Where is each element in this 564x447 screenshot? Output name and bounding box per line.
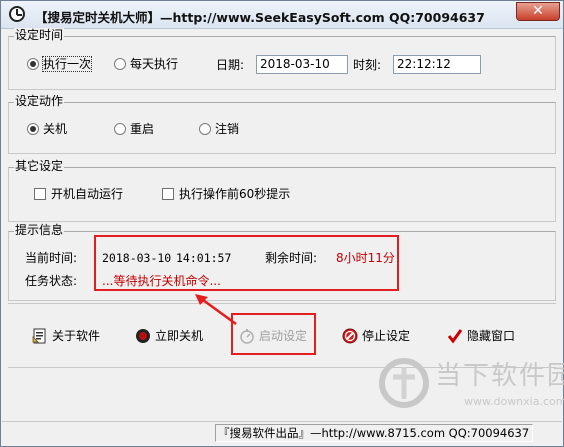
watermark-url: www.downxia.com — [464, 395, 564, 408]
time-field[interactable]: 22:12:12 — [393, 55, 481, 74]
title-bar[interactable]: 【搜易定时关机大师】—http://www.SeekEasySoft.com Q… — [1, 1, 563, 29]
app-window: 【搜易定时关机大师】—http://www.SeekEasySoft.com Q… — [0, 0, 564, 447]
window-title: 【搜易定时关机大师】—http://www.SeekEasySoft.com Q… — [35, 10, 485, 25]
shutdown-radio[interactable] — [27, 123, 39, 135]
watermark: 当下软件园 www.downxia.com — [379, 353, 564, 423]
other-settings-group: 其它设定 开机自动运行 执行操作前60秒提示 — [8, 159, 556, 222]
clock-icon — [9, 6, 25, 22]
once-label[interactable]: 执行一次 — [41, 56, 93, 72]
task-status-label: 任务状态: — [25, 274, 78, 288]
date-label: 日期: — [216, 58, 245, 72]
logoff-label[interactable]: 注销 — [215, 122, 239, 136]
info-highlight-box — [94, 235, 399, 291]
date-field[interactable]: 2018-03-10 — [256, 55, 348, 74]
action-group: 设定动作 关机 重启 注销 — [8, 94, 556, 154]
status-bar: 『搜易软件出品』—http://www.8715.com QQ:70094637 — [2, 421, 562, 446]
current-time-label: 当前时间: — [25, 251, 78, 265]
once-radio[interactable] — [27, 58, 39, 70]
watermark-brand: 当下软件园 — [435, 361, 564, 391]
stop-button[interactable]: 停止设定 — [342, 325, 416, 347]
checkmark-icon — [447, 329, 463, 344]
stop-label: 停止设定 — [362, 329, 411, 343]
separator-top — [8, 303, 556, 304]
stop-icon — [342, 328, 358, 344]
watermark-logo-icon — [379, 358, 429, 408]
autorun-label[interactable]: 开机自动运行 — [51, 187, 123, 201]
power-icon — [136, 329, 150, 343]
shutdown-label[interactable]: 关机 — [43, 122, 67, 136]
annotation-arrow-icon — [195, 294, 237, 326]
schedule-group: 设定时间 执行一次 每天执行 日期: 2018-03-10 时刻: 22:12:… — [8, 28, 556, 90]
time-label: 时刻: — [353, 58, 382, 72]
schedule-group-title: 设定时间 — [14, 28, 65, 42]
start-button[interactable]: 启动设定 — [239, 325, 313, 347]
close-button[interactable]: ✕ — [516, 2, 560, 21]
restart-label[interactable]: 重启 — [130, 122, 154, 136]
autorun-checkbox[interactable] — [34, 188, 46, 200]
hide-window-label: 隐藏窗口 — [467, 329, 516, 343]
about-button[interactable]: 关于软件 — [32, 325, 106, 347]
notify-label[interactable]: 执行操作前60秒提示 — [179, 187, 290, 201]
status-text: 『搜易软件出品』—http://www.8715.com QQ:70094637 — [215, 424, 533, 442]
info-doc-icon — [32, 328, 46, 344]
restart-radio[interactable] — [114, 123, 126, 135]
action-group-title: 设定动作 — [14, 94, 65, 108]
notify-checkbox[interactable] — [162, 188, 174, 200]
start-label: 启动设定 — [259, 329, 308, 343]
about-label: 关于软件 — [52, 329, 101, 343]
hide-window-button[interactable]: 隐藏窗口 — [447, 325, 521, 347]
close-icon: ✕ — [532, 3, 544, 19]
daily-label[interactable]: 每天执行 — [130, 57, 178, 71]
daily-radio[interactable] — [114, 58, 126, 70]
info-group-title: 提示信息 — [14, 223, 65, 237]
logoff-radio[interactable] — [199, 123, 211, 135]
other-settings-group-title: 其它设定 — [14, 159, 65, 173]
